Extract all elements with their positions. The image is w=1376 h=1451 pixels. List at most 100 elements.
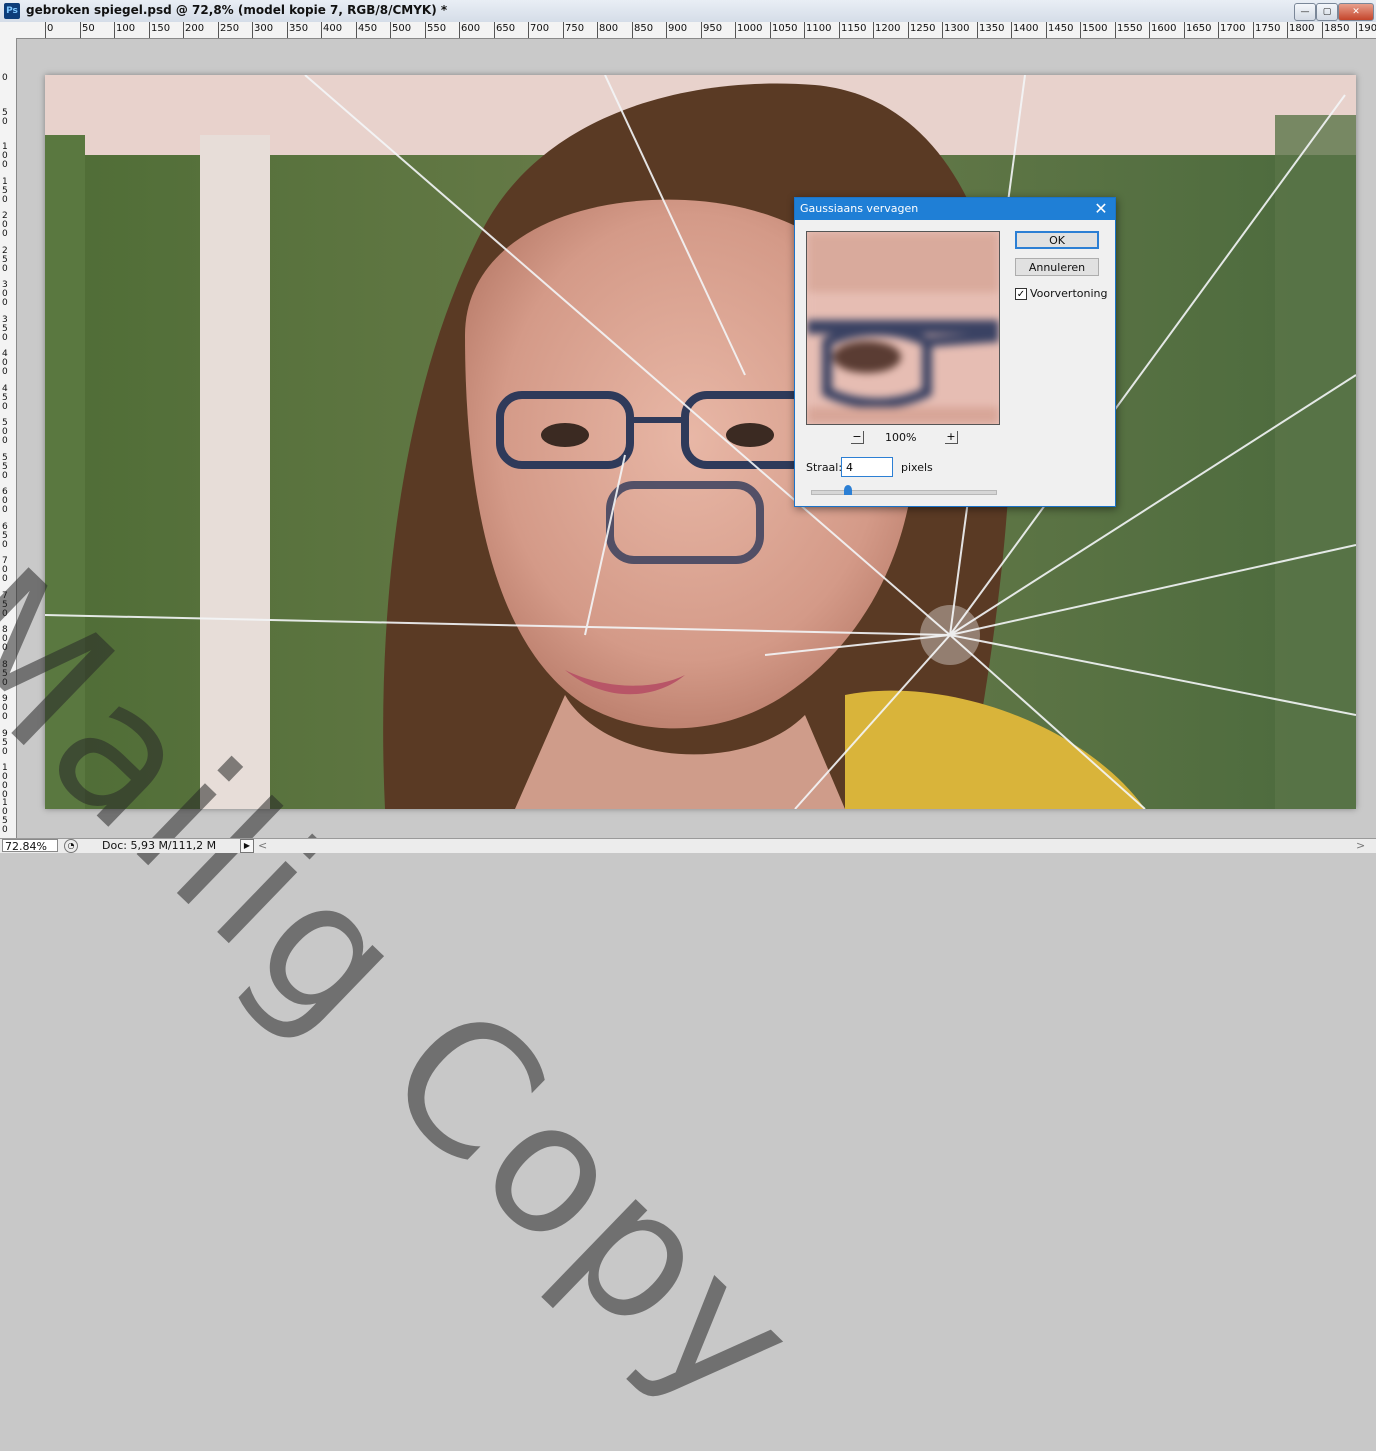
ruler-tick-label: 650 [496, 23, 516, 34]
dialog-title: Gaussiaans vervagen [800, 202, 919, 215]
ruler-tick [287, 22, 288, 38]
scroll-right-icon[interactable]: > [1356, 839, 1365, 852]
ruler-tick-label: 0 [47, 23, 54, 34]
ruler-tick [494, 22, 495, 38]
ruler-tick [425, 22, 426, 38]
preview-zoom-level: 100% [885, 431, 917, 444]
ruler-tick [804, 22, 805, 38]
photoshop-app-icon: Ps [4, 3, 20, 19]
ruler-tick [1011, 22, 1012, 38]
ruler-tick-label: 1100 [806, 23, 832, 34]
radius-slider-thumb[interactable] [843, 485, 852, 495]
ruler-tick-label: 150 [151, 23, 171, 34]
gaussian-blur-dialog: Gaussiaans vervagen ✕ − 100% + OK Annule… [794, 197, 1116, 507]
ruler-tick [1046, 22, 1047, 38]
ruler-tick-label: 1150 [841, 23, 867, 34]
ruler-tick [1218, 22, 1219, 38]
radius-input[interactable] [841, 457, 893, 477]
ruler-tick-label: 300 [2, 280, 8, 308]
ruler-tick-label: 850 [634, 23, 654, 34]
ruler-tick-label: 250 [220, 23, 240, 34]
zoom-in-button[interactable]: + [945, 431, 958, 444]
ruler-tick-label: 1550 [1117, 23, 1143, 34]
ruler-tick-label: 950 [703, 23, 723, 34]
scroll-left-icon[interactable]: < [258, 839, 267, 852]
radius-slider-track[interactable] [811, 490, 997, 495]
ruler-tick-label: 50 [2, 108, 8, 127]
ruler-tick [977, 22, 978, 38]
ruler-tick [666, 22, 667, 38]
maximize-button[interactable]: ▢ [1316, 3, 1338, 21]
ruler-tick [1149, 22, 1150, 38]
ruler-tick [1184, 22, 1185, 38]
ruler-tick [563, 22, 564, 38]
ruler-tick-label: 450 [2, 384, 8, 412]
radius-label: Straal: [806, 461, 843, 474]
ruler-tick-label: 800 [599, 23, 619, 34]
minimize-button[interactable]: — [1294, 3, 1316, 21]
clock-icon[interactable]: ◔ [64, 839, 78, 853]
ruler-tick [459, 22, 460, 38]
ruler-tick-label: 50 [82, 23, 95, 34]
ruler-tick [1253, 22, 1254, 38]
ruler-tick [183, 22, 184, 38]
zoom-field[interactable]: 72.84% [2, 839, 58, 853]
ruler-tick-label: 700 [530, 23, 550, 34]
ruler-tick-label: 1050 [772, 23, 798, 34]
ruler-tick-label: 400 [2, 349, 8, 377]
ruler-tick [735, 22, 736, 38]
ruler-tick [1080, 22, 1081, 38]
ruler-tick-label: 1400 [1013, 23, 1039, 34]
ruler-tick-label: 1800 [1289, 23, 1315, 34]
ruler-tick-label: 1700 [1220, 23, 1246, 34]
broken-mirror-photo [45, 75, 1356, 809]
ruler-tick [632, 22, 633, 38]
ruler-tick [1115, 22, 1116, 38]
document-title: gebroken spiegel.psd @ 72,8% (model kopi… [26, 3, 448, 17]
ruler-tick [321, 22, 322, 38]
ruler-tick-label: 1250 [910, 23, 936, 34]
cancel-button[interactable]: Annuleren [1015, 258, 1099, 276]
ruler-tick-label: 400 [323, 23, 343, 34]
horizontal-ruler[interactable]: 0 50 100 150 200 250 300 350 400 450 500 550 600 650 7… [0, 22, 1376, 39]
ruler-tick [45, 22, 46, 38]
ruler-tick-label: 150 [2, 177, 8, 205]
ruler-tick-label: 450 [358, 23, 378, 34]
ruler-tick-label: 1300 [944, 23, 970, 34]
ruler-tick [1322, 22, 1323, 38]
ruler-tick [218, 22, 219, 38]
ruler-tick-label: 0 [2, 73, 8, 83]
ruler-tick-label: 1600 [1151, 23, 1177, 34]
ruler-tick-label: 550 [427, 23, 447, 34]
status-bar: 72.84% ◔ Doc: 5,93 M/111,2 M ▶ < > [0, 838, 1376, 853]
ruler-tick-label: 1900 [1358, 23, 1376, 34]
document-size-info: Doc: 5,93 M/111,2 M [102, 839, 217, 852]
ruler-tick-label: 900 [668, 23, 688, 34]
close-icon[interactable]: ✕ [1091, 199, 1111, 219]
ruler-tick-label: 250 [2, 246, 8, 274]
ruler-tick-label: 750 [565, 23, 585, 34]
status-menu-arrow-icon[interactable]: ▶ [240, 839, 254, 853]
ruler-tick-label: 550 [2, 453, 8, 481]
preview-checkbox-label[interactable]: Voorvertoning [1030, 287, 1107, 300]
ruler-tick-label: 1200 [875, 23, 901, 34]
ok-button[interactable]: OK [1015, 231, 1099, 249]
ruler-tick [149, 22, 150, 38]
ruler-tick-label: 500 [2, 418, 8, 446]
ruler-tick [839, 22, 840, 38]
document-image[interactable] [45, 75, 1356, 809]
ruler-tick-label: 1050 [2, 798, 8, 835]
dialog-titlebar[interactable]: Gaussiaans vervagen ✕ [795, 198, 1115, 220]
ruler-tick [1356, 22, 1357, 38]
ruler-tick [873, 22, 874, 38]
preview-checkbox[interactable]: ✓ [1015, 288, 1027, 300]
close-window-button[interactable]: ✕ [1338, 3, 1374, 21]
ruler-tick-label: 1350 [979, 23, 1005, 34]
blur-preview[interactable] [806, 231, 1000, 425]
ruler-tick-label: 600 [461, 23, 481, 34]
ruler-tick-label: 350 [2, 315, 8, 343]
ruler-tick [942, 22, 943, 38]
preview-image [807, 232, 999, 424]
zoom-out-button[interactable]: − [851, 431, 864, 444]
ruler-tick-label: 1750 [1255, 23, 1281, 34]
